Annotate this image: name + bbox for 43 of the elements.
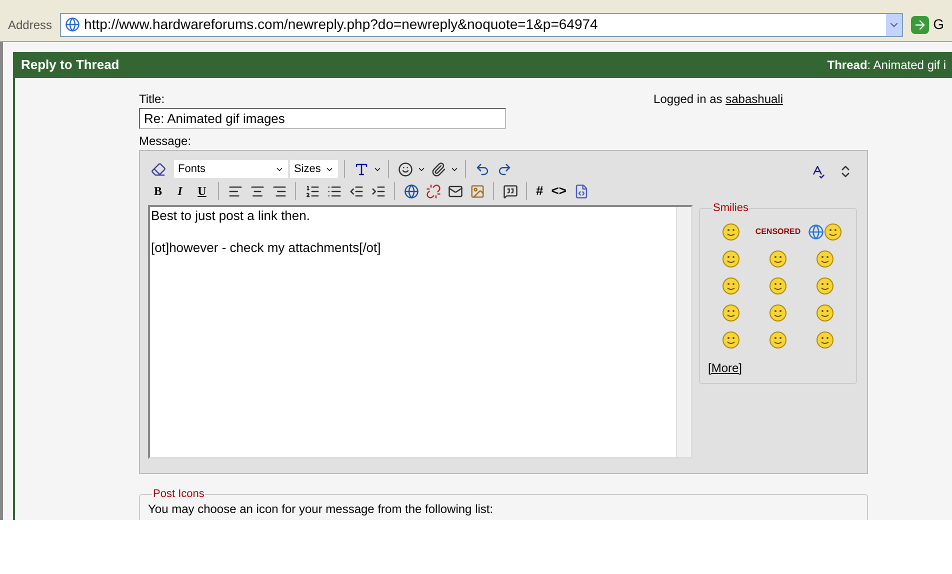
title-label: Title:	[139, 91, 166, 108]
format-button[interactable]: I	[170, 181, 190, 201]
smiley-icon[interactable]	[722, 250, 740, 268]
login-status: Logged in as sabashuali	[654, 91, 783, 108]
smiley-icon[interactable]	[768, 277, 787, 295]
smilies-title: Smilies	[712, 202, 750, 214]
message-field[interactable]: Best to just post a link then. [ot]however - check my attachments[/ot]	[148, 205, 693, 459]
post-icons-text: You may choose an icon for your message from the following list:	[148, 502, 494, 516]
more-link[interactable]: [More]	[708, 359, 848, 377]
message-label: Message:	[139, 133, 192, 150]
smiley-icon[interactable]	[768, 304, 787, 322]
globe-icon	[808, 224, 824, 240]
message-paragraph: [ot]however - check my attachments[/ot]	[151, 240, 382, 256]
format-button[interactable]: B	[148, 181, 168, 201]
smiley-icon[interactable]	[824, 223, 842, 241]
title-field[interactable]: Re: Animated gif images	[139, 108, 506, 129]
header-title: Reply to Thread	[21, 56, 120, 74]
smiley-icon[interactable]	[722, 223, 740, 241]
go-icon[interactable]	[911, 16, 930, 34]
code-button[interactable]: #	[533, 181, 546, 201]
message-paragraph: Best to just post a link then.	[151, 208, 311, 224]
address-label: Address	[8, 16, 52, 34]
url-field[interactable]: http://www.hardwareforums.com/newreply.php?do=newreply&noquote=1&p=64974	[60, 12, 904, 36]
smiley-icon[interactable]	[768, 250, 787, 268]
smiley-icon[interactable]	[816, 304, 834, 322]
smiley-icon[interactable]	[816, 331, 834, 349]
go-label[interactable]: G	[933, 14, 944, 35]
smiley-icon[interactable]	[816, 277, 834, 295]
smiley-icon[interactable]	[722, 331, 740, 349]
smiley-icon[interactable]	[722, 304, 740, 322]
smiley-icon[interactable]	[816, 250, 834, 268]
size-select[interactable]: Sizes	[290, 160, 338, 178]
code-button[interactable]: <>	[548, 181, 570, 201]
smiley-icon[interactable]	[768, 331, 787, 349]
format-button[interactable]: U	[192, 181, 212, 201]
dropdown-icon[interactable]	[886, 14, 902, 36]
post-icons-title: Post Icons	[152, 488, 206, 500]
smiley-icon[interactable]	[722, 277, 740, 295]
thread-title: Thread: Animated gif i	[827, 57, 946, 74]
font-select[interactable]: Fonts	[174, 160, 288, 178]
scrollbar[interactable]	[676, 207, 691, 457]
censored-smiley[interactable]: CENSORED	[755, 223, 801, 241]
username-link[interactable]: sabashuali	[726, 92, 783, 106]
